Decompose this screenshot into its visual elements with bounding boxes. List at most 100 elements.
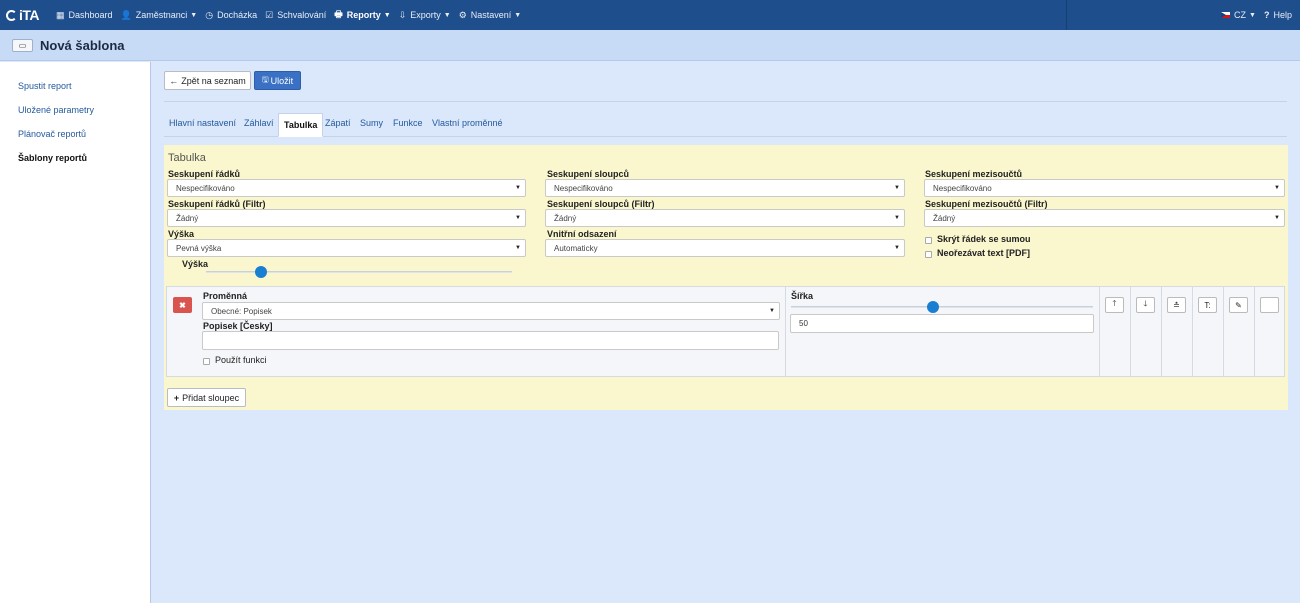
- sidebar-item-templates[interactable]: Šablony reportů: [18, 153, 87, 163]
- nav-approvals[interactable]: ☑ Schvalování: [261, 0, 330, 30]
- tab-functions[interactable]: Funkce: [393, 118, 423, 128]
- nav-attendance[interactable]: ◷ Docházka: [201, 0, 261, 30]
- text-format-icon: T:: [1204, 300, 1211, 310]
- height-label: Výška: [168, 229, 195, 239]
- tab-header[interactable]: Záhlaví: [244, 118, 274, 128]
- width-slider-track[interactable]: [791, 306, 1093, 308]
- top-navbar: iTA ▦ Dashboard 👤 Zaměstnanci ▼ ◷ Docházka ☑…: [0, 0, 1300, 30]
- logo-text: iTA: [19, 7, 40, 23]
- dropdown-arrow-icon: ▼: [769, 308, 775, 314]
- tab-sums[interactable]: Sumy: [360, 118, 383, 128]
- tab-custom-variables[interactable]: Vlastní proměnné: [432, 118, 503, 128]
- delete-column-button[interactable]: ✖: [173, 297, 192, 313]
- panel-title: Tabulka: [168, 152, 206, 164]
- no-crop-pdf-label: Neořezávat text [PDF]: [937, 248, 1031, 258]
- width-input[interactable]: 50: [790, 314, 1094, 333]
- select-value: Žádný: [176, 214, 199, 223]
- col-filter-select[interactable]: Žádný ▼: [545, 209, 905, 227]
- sidebar-item-scheduler[interactable]: Plánovač reportů: [18, 129, 86, 139]
- nav-right: CZ ▼ ? Help: [1066, 0, 1300, 30]
- tab-table[interactable]: Tabulka: [278, 113, 324, 137]
- subtotal-filter-select[interactable]: Žádný ▼: [924, 209, 1285, 227]
- dropdown-arrow-icon: ▼: [1274, 185, 1280, 191]
- variable-label: Proměnná: [203, 291, 248, 301]
- clock-icon: ◷: [205, 9, 214, 20]
- logo-ring-icon: [6, 9, 17, 21]
- caret-down-icon: ▼: [190, 11, 198, 19]
- nav-reports[interactable]: 🖶 Reporty ▼: [330, 0, 394, 30]
- close-icon: ✖: [179, 300, 186, 310]
- tab-main-settings[interactable]: Hlavní nastavení: [169, 118, 236, 128]
- caret-down-icon: ▼: [443, 11, 451, 19]
- sidebar-item-saved-params[interactable]: Uložené parametry: [18, 105, 94, 115]
- height-select[interactable]: Pevná výška ▼: [167, 239, 526, 257]
- hide-sum-row-checkbox[interactable]: [925, 237, 932, 244]
- nav-settings[interactable]: ⚙ Nastavení ▼: [455, 0, 526, 30]
- width-slider-handle[interactable]: [926, 301, 939, 313]
- nav-exports[interactable]: ⇩ Exporty ▼: [395, 0, 455, 30]
- help-link[interactable]: ? Help: [1260, 0, 1296, 30]
- export-icon: ⇩: [398, 9, 407, 20]
- language-switch[interactable]: CZ ▼: [1217, 0, 1260, 30]
- dropdown-arrow-icon: ▼: [894, 185, 900, 191]
- dropdown-arrow-icon: ▼: [894, 215, 900, 221]
- sidebar-item-run-report[interactable]: Spustit report: [18, 81, 72, 91]
- column-separator: [785, 287, 786, 376]
- column-separator: [1223, 287, 1224, 376]
- column-separator: [1254, 287, 1255, 376]
- select-value: Automaticky: [554, 244, 598, 253]
- user-icon: 👤: [120, 9, 132, 20]
- save-button[interactable]: 🖫 Uložit: [254, 71, 301, 90]
- dashboard-icon: ▦: [56, 9, 65, 20]
- align-icon: ≛: [1173, 300, 1180, 310]
- height-slider-handle[interactable]: [255, 266, 268, 278]
- select-value: Žádný: [933, 214, 956, 223]
- move-up-button[interactable]: 🡑: [1105, 297, 1124, 313]
- help-label: Help: [1273, 10, 1292, 20]
- add-column-label: Přidat sloupec: [182, 392, 240, 403]
- text-format-button[interactable]: T:: [1198, 297, 1217, 313]
- tab-footer[interactable]: Zápatí: [325, 118, 351, 128]
- table-settings-panel: Tabulka Seskupení řádků Nespecifikováno ▼…: [164, 145, 1288, 410]
- padding-select[interactable]: Automaticky ▼: [545, 239, 905, 257]
- tab-bar: Hlavní nastavení Záhlaví Tabulka Zápatí …: [164, 113, 1287, 137]
- column-separator: [1161, 287, 1162, 376]
- row-group-select[interactable]: Nespecifikováno ▼: [167, 179, 526, 197]
- nav-employees[interactable]: 👤 Zaměstnanci ▼: [117, 0, 202, 30]
- align-button[interactable]: ≛: [1167, 297, 1186, 313]
- row-filter-select[interactable]: Žádný ▼: [167, 209, 526, 227]
- caption-input[interactable]: [202, 331, 779, 350]
- subtotal-group-select[interactable]: Nespecifikováno ▼: [924, 179, 1285, 197]
- print-icon: 🖶: [334, 9, 343, 19]
- app-logo[interactable]: iTA: [6, 7, 52, 23]
- nav-label: Schvalování: [277, 10, 327, 20]
- nav-label: Exporty: [410, 10, 441, 20]
- use-function-checkbox[interactable]: [203, 358, 210, 365]
- sidebar-toggle-button[interactable]: ▭: [12, 38, 33, 52]
- check-icon: ☑: [265, 9, 274, 20]
- arrow-down-icon: 🡓: [1143, 299, 1148, 308]
- arrow-left-icon: ←: [169, 75, 179, 86]
- dropdown-arrow-icon: ▼: [515, 185, 521, 191]
- language-label: CZ: [1234, 10, 1247, 20]
- column-separator: [1099, 287, 1100, 376]
- row-group-label: Seskupení řádků: [168, 169, 241, 179]
- gear-icon: ⚙: [458, 9, 467, 20]
- back-to-list-button[interactable]: ← Zpět na seznam: [164, 71, 251, 90]
- caret-down-icon: ▼: [514, 11, 522, 19]
- col-group-select[interactable]: Nespecifikováno ▼: [545, 179, 905, 197]
- edit-button[interactable]: ✎: [1229, 297, 1248, 313]
- empty-action-button[interactable]: [1260, 297, 1279, 313]
- add-column-button[interactable]: + Přidat sloupec: [167, 388, 246, 407]
- czech-flag-icon: [1221, 12, 1231, 18]
- select-value: Nespecifikováno: [554, 184, 613, 193]
- select-value: Žádný: [554, 214, 577, 223]
- variable-select[interactable]: Obecné: Popisek ▼: [202, 302, 780, 320]
- panel-icon: ▭: [18, 40, 27, 50]
- column-separator: [1130, 287, 1131, 376]
- nav-dashboard[interactable]: ▦ Dashboard: [52, 0, 117, 30]
- no-crop-pdf-checkbox[interactable]: [925, 251, 932, 258]
- nav-label: Nastavení: [470, 10, 512, 20]
- move-down-button[interactable]: 🡓: [1136, 297, 1155, 313]
- height-slider-track[interactable]: [206, 271, 512, 273]
